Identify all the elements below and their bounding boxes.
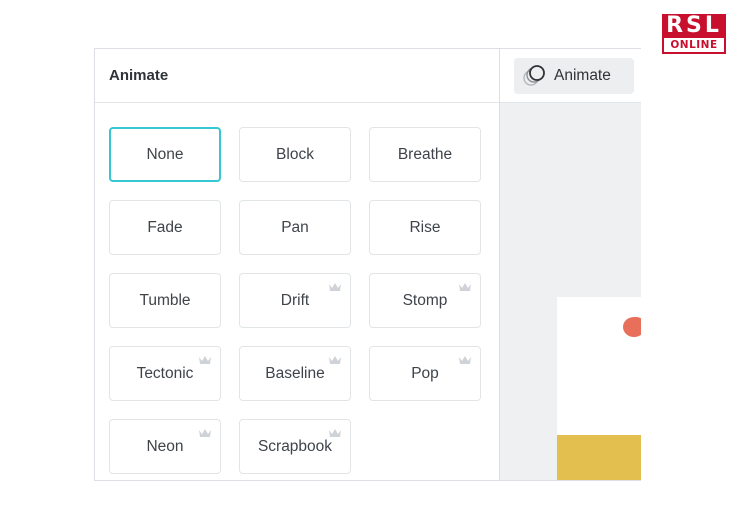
animation-option-label: Scrapbook <box>257 437 333 455</box>
animation-option-tumble[interactable]: Tumble <box>109 273 221 328</box>
animation-option-label: Stomp <box>402 291 448 309</box>
animation-option-label: Rise <box>409 218 441 236</box>
crown-icon <box>199 429 211 437</box>
rsl-online-logo: RSL ONLINE <box>662 14 726 54</box>
canvas-area: Animate <box>500 49 641 480</box>
animation-option-baseline[interactable]: Baseline <box>239 346 351 401</box>
animation-option-neon[interactable]: Neon <box>109 419 221 474</box>
animation-option-none[interactable]: None <box>109 127 221 182</box>
animation-option-label: Fade <box>147 218 183 236</box>
animation-option-fade[interactable]: Fade <box>109 200 221 255</box>
design-page-preview[interactable] <box>557 297 641 480</box>
shape-element <box>623 317 641 337</box>
ground-shape <box>557 435 641 480</box>
animate-icon <box>523 65 545 86</box>
animation-option-block[interactable]: Block <box>239 127 351 182</box>
crown-icon <box>459 283 471 291</box>
crown-icon <box>329 429 341 437</box>
animation-option-tectonic[interactable]: Tectonic <box>109 346 221 401</box>
crown-icon <box>329 283 341 291</box>
animation-option-stomp[interactable]: Stomp <box>369 273 481 328</box>
animation-option-label: None <box>146 145 184 163</box>
crown-icon <box>199 356 211 364</box>
canvas-toolbar: Animate <box>500 49 641 103</box>
animation-option-pan[interactable]: Pan <box>239 200 351 255</box>
animation-option-label: Drift <box>280 291 310 309</box>
logo-line1: RSL <box>666 13 722 38</box>
animation-option-label: Baseline <box>265 364 325 382</box>
animation-options-grid: None Block Breathe Fade Pan Rise Tumble Drift St… <box>109 127 481 474</box>
animation-option-label: Neon <box>146 437 184 455</box>
animate-panel: Animate None Block Breathe Fade Pan Rise Tumbl… <box>95 49 500 480</box>
animation-option-label: Tumble <box>139 291 191 309</box>
crown-icon <box>329 356 341 364</box>
animation-option-drift[interactable]: Drift <box>239 273 351 328</box>
editor-frame: Animate None Block Breathe Fade Pan Rise Tumbl… <box>94 48 641 481</box>
animation-option-label: Block <box>276 145 314 163</box>
animate-button-label: Animate <box>554 67 611 84</box>
animate-button[interactable]: Animate <box>514 58 634 94</box>
crown-icon <box>459 356 471 364</box>
logo-line2: ONLINE <box>664 38 724 52</box>
animation-option-label: Pop <box>411 364 439 382</box>
animation-option-label: Breathe <box>397 145 453 163</box>
animation-option-breathe[interactable]: Breathe <box>369 127 481 182</box>
animation-option-rise[interactable]: Rise <box>369 200 481 255</box>
animation-option-label: Tectonic <box>136 364 194 382</box>
animation-option-label: Pan <box>281 218 309 236</box>
panel-title: Animate <box>95 49 499 103</box>
animation-option-pop[interactable]: Pop <box>369 346 481 401</box>
animation-option-scrapbook[interactable]: Scrapbook <box>239 419 351 474</box>
